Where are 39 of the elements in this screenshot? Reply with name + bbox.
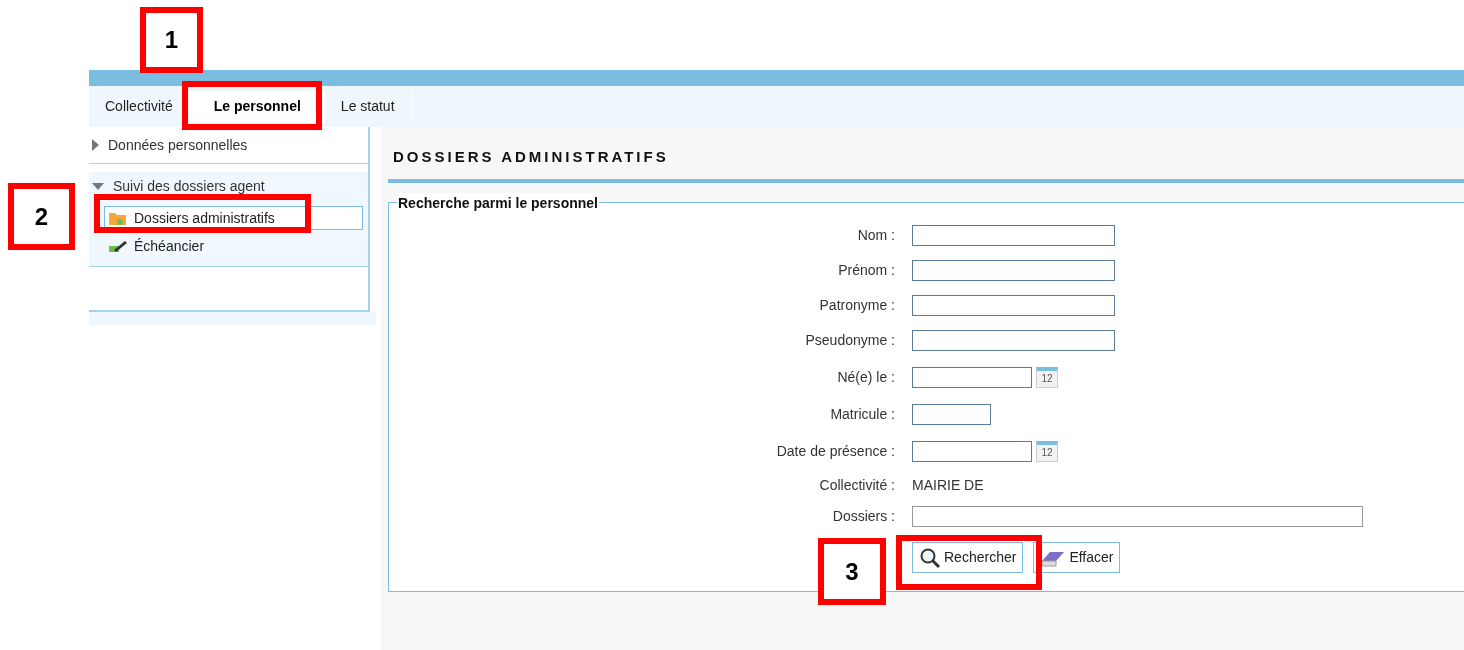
search-button[interactable]: Rechercher [912,542,1024,573]
folder-icon [108,210,128,226]
tab[interactable]: Le statut [324,90,412,123]
clear-button[interactable]: Effacer [1033,542,1121,573]
collapse-triangle-icon[interactable] [92,182,104,190]
tab[interactable]: Le personnel [189,90,325,123]
field-label: Patronyme : [818,296,895,315]
field-label: Prénom : [837,261,895,280]
field-label: Date de présence : [775,441,895,461]
input-field[interactable] [912,403,991,425]
sidebar-section[interactable]: Données personnelles [108,134,248,156]
field-label: Né(e) le : [836,367,895,387]
step-number: 1 [140,7,203,73]
pencil-icon [108,238,128,254]
calendar-icon[interactable]: 12 [1036,366,1058,388]
input-field[interactable] [912,506,1363,527]
input-field[interactable] [912,366,1032,388]
field-label: Pseudonyme : [804,331,895,350]
field-label: Collectivité : [818,476,895,495]
field-label: Nom : [856,226,895,245]
step-number: 3 [818,538,886,605]
field-label: Matricule : [829,404,895,424]
step-number: 2 [8,183,75,250]
tab[interactable]: Collectivité [89,90,190,123]
calendar-icon[interactable]: 12 [1036,440,1058,462]
input-field[interactable] [912,330,1115,351]
search-icon [919,546,941,569]
sidebar-item[interactable]: Dossiers administratifs [104,206,363,230]
page-title: DOSSIERS ADMINISTRATIFS [392,148,669,165]
expand-triangle-icon[interactable] [92,139,99,151]
sidebar-item[interactable]: Échéancier [104,234,363,258]
field-label: Dossiers : [831,507,895,526]
field-value: MAIRIE DE [912,476,984,495]
input-field[interactable] [912,260,1115,281]
input-field[interactable] [912,225,1115,246]
input-field[interactable] [912,440,1032,462]
input-field[interactable] [912,295,1115,316]
sidebar-section[interactable]: Suivi des dossiers agent [113,175,265,197]
fieldset-legend: Recherche parmi le personnel [397,193,599,214]
